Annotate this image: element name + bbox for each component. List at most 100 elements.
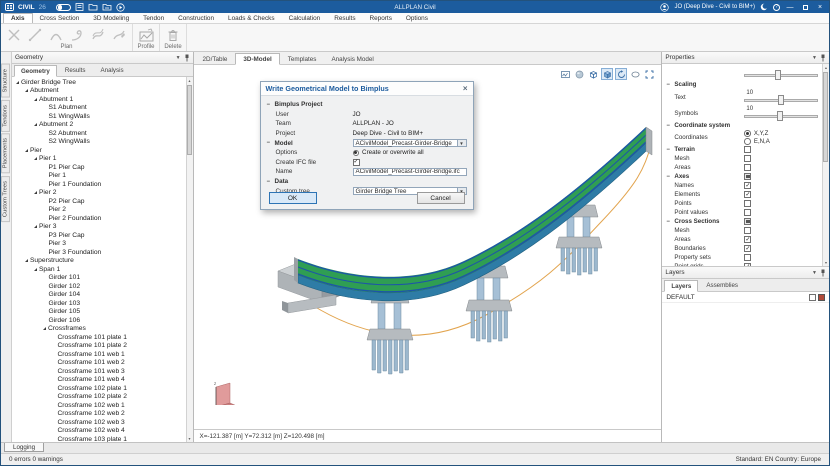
view-tab-templates[interactable]: Templates — [281, 54, 324, 64]
tree-expander-icon[interactable] — [34, 98, 37, 101]
menu-tab-loads-checks[interactable]: Loads & Checks — [221, 13, 282, 23]
tree-item-abutment-1[interactable]: Abutment 1 — [12, 95, 186, 104]
tree-item-pier-3[interactable]: Pier 3 — [12, 240, 186, 249]
tree-item-girder-105[interactable]: Girder 105 — [12, 308, 186, 317]
tree-expander-icon[interactable] — [25, 89, 28, 92]
menu-tab-results[interactable]: Results — [327, 13, 362, 23]
checkbox[interactable] — [744, 254, 751, 261]
layer-visibility-checkbox[interactable] — [809, 294, 816, 301]
slider-thumb[interactable] — [777, 111, 783, 121]
tree-scrollbar[interactable]: ▲ ▼ — [186, 77, 193, 442]
tree-item-girder-106[interactable]: Girder 106 — [12, 316, 186, 325]
minimize-button[interactable]: — — [785, 2, 795, 12]
tree-item-s1-abutment[interactable]: S1 Abutment — [12, 104, 186, 113]
dialog-close-icon[interactable]: × — [463, 85, 468, 93]
checkbox[interactable] — [744, 200, 751, 207]
menu-tab-reports[interactable]: Reports — [363, 13, 399, 23]
side-tab-tendons[interactable]: Tendons — [1, 100, 10, 132]
collapse-icon[interactable]: − — [666, 82, 671, 88]
slider-unlabeled[interactable] — [744, 64, 818, 80]
collapse-icon[interactable]: − — [666, 147, 671, 153]
tree-item-crossframe-101-plate-1[interactable]: Crossframe 101 plate 1 — [12, 333, 186, 342]
tree-expander-icon[interactable] — [16, 81, 19, 84]
tree-item-span-1[interactable]: Span 1 — [12, 265, 186, 274]
view-tab-3d-model[interactable]: 3D-Model — [235, 53, 279, 65]
tree-item-girder-104[interactable]: Girder 104 — [12, 291, 186, 300]
geometry-tab-geometry[interactable]: Geometry — [14, 65, 57, 77]
tree-item-crossframe-102-plate-1[interactable]: Crossframe 102 plate 1 — [12, 384, 186, 393]
scroll-up-icon[interactable]: ▲ — [187, 77, 193, 84]
checkbox[interactable] — [744, 209, 751, 216]
side-tab-placements[interactable]: Placements — [1, 133, 10, 173]
tree-expander-icon[interactable] — [25, 149, 28, 152]
tree-item-girder-101[interactable]: Girder 101 — [12, 274, 186, 283]
checkbox[interactable] — [744, 164, 751, 171]
menu-tab-calculation[interactable]: Calculation — [282, 13, 328, 23]
tree-item-crossframe-102-web-1[interactable]: Crossframe 102 web 1 — [12, 401, 186, 410]
fit-view-icon[interactable] — [643, 68, 655, 80]
radio-button[interactable] — [744, 138, 751, 145]
panel-pin-icon[interactable] — [184, 54, 190, 62]
tree-item-crossframe-101-web-2[interactable]: Crossframe 101 web 2 — [12, 359, 186, 368]
slider-thumb[interactable] — [775, 70, 781, 80]
tree-expander-icon[interactable] — [25, 259, 28, 262]
trash-icon[interactable] — [164, 26, 182, 44]
tree-item-pier-3-foundation[interactable]: Pier 3 Foundation — [12, 248, 186, 257]
tree-expander-icon[interactable] — [34, 225, 37, 228]
viewport-3d[interactable]: z x y Write Geometrical Model to Bimplus… — [194, 65, 662, 429]
tree-item-pier-2-foundation[interactable]: Pier 2 Foundation — [12, 214, 186, 223]
scroll-up-icon[interactable]: ▲ — [823, 64, 829, 71]
collapse-icon[interactable]: − — [666, 174, 671, 180]
image-export-icon[interactable] — [559, 68, 571, 80]
cube-shaded-icon[interactable] — [601, 68, 613, 80]
tree-item-s1-wingwalls[interactable]: S1 WingWalls — [12, 112, 186, 121]
checkbox[interactable]: ✓ — [744, 263, 751, 267]
tree-item-abutment[interactable]: Abutment — [12, 87, 186, 96]
user-avatar-icon[interactable] — [660, 3, 669, 12]
radio-button[interactable] — [353, 150, 360, 157]
tree-item-pier-3[interactable]: Pier 3 — [12, 223, 186, 232]
axis-clothoid-icon[interactable] — [68, 26, 86, 44]
tree-item-p2-pier-cap[interactable]: P2 Pier Cap — [12, 197, 186, 206]
tree-expander-icon[interactable] — [34, 157, 37, 160]
checkbox[interactable]: ✓ — [353, 159, 360, 166]
checkbox[interactable] — [744, 146, 751, 153]
calculator-icon[interactable] — [75, 3, 84, 11]
collapse-icon[interactable]: − — [666, 219, 671, 225]
geometry-tab-results[interactable]: Results — [58, 64, 93, 76]
tree-item-pier-2[interactable]: Pier 2 — [12, 189, 186, 198]
tree-item-crossframe-103-plate-1[interactable]: Crossframe 103 plate 1 — [12, 435, 186, 442]
radio-button[interactable] — [744, 130, 751, 137]
tree-item-pier-1-foundation[interactable]: Pier 1 Foundation — [12, 180, 186, 189]
tree-item-superstructure[interactable]: Superstructure — [12, 257, 186, 266]
collapse-icon[interactable]: − — [267, 179, 272, 185]
dark-mode-moon-icon[interactable] — [760, 3, 768, 11]
ok-button[interactable]: OK — [269, 192, 317, 204]
menu-tab-cross-section[interactable]: Cross Section — [33, 13, 87, 23]
menu-tab-3d-modeling[interactable]: 3D Modeling — [86, 13, 136, 23]
checkbox[interactable] — [744, 227, 751, 234]
tree-item-crossframe-102-web-3[interactable]: Crossframe 102 web 3 — [12, 418, 186, 427]
tree-item-crossframes[interactable]: Crossframes — [12, 325, 186, 334]
layers-tab-layers[interactable]: Layers — [664, 280, 698, 292]
tree-item-girder-102[interactable]: Girder 102 — [12, 282, 186, 291]
tree-item-s2-wingwalls[interactable]: S2 WingWalls — [12, 138, 186, 147]
checkbox[interactable]: ✓ — [744, 236, 751, 243]
collapse-icon[interactable]: − — [666, 123, 671, 129]
layer-color-swatch[interactable] — [818, 294, 825, 301]
tree-item-crossframe-101-plate-2[interactable]: Crossframe 101 plate 2 — [12, 342, 186, 351]
collapse-icon[interactable]: − — [267, 140, 272, 146]
slider-text[interactable]: 10 — [744, 89, 818, 105]
layers-tab-assemblies[interactable]: Assemblies — [699, 279, 745, 291]
slider-thumb[interactable] — [778, 95, 784, 105]
folder-save-icon[interactable] — [102, 3, 112, 11]
axis-arc-icon[interactable] — [47, 26, 65, 44]
help-icon[interactable]: ? — [773, 4, 780, 11]
orbit-rotate-icon[interactable] — [615, 68, 627, 80]
profile-icon[interactable] — [137, 26, 155, 44]
tree-item-abutment-2[interactable]: Abutment 2 — [12, 121, 186, 130]
dialog-dropdown-model[interactable]: ACivilModel_Precast-Girder-Bridge▼ — [353, 139, 467, 148]
checkbox[interactable]: ✓ — [744, 245, 751, 252]
folder-open-icon[interactable] — [88, 3, 98, 11]
checkbox[interactable] — [744, 173, 751, 180]
